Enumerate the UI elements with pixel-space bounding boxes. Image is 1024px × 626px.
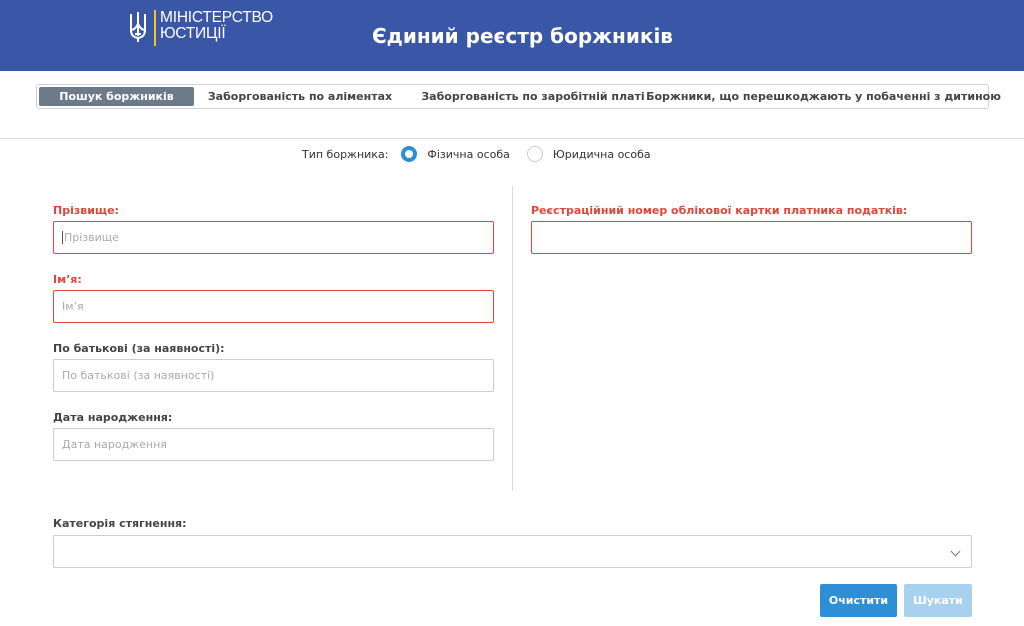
tax-number-label: Реєстраційний номер облікової картки пла… [531, 204, 908, 217]
patronymic-placeholder: По батькові (за наявності) [62, 369, 215, 382]
debtor-type-selector: Тип боржника: Фізична особа Юридична осо… [302, 145, 651, 163]
tab-salary-debt[interactable]: Заборгованість по заробітній платі [413, 87, 653, 106]
radio-legal-entity-label[interactable]: Юридична особа [553, 148, 651, 161]
logo-text: МІНІСТЕРСТВО ЮСТИЦІЇ [160, 10, 273, 42]
debtor-type-label: Тип боржника: [302, 147, 389, 161]
radio-individual-label[interactable]: Фізична особа [427, 148, 509, 161]
ministry-logo[interactable]: МІНІСТЕРСТВО ЮСТИЦІЇ [128, 10, 273, 46]
surname-input[interactable]: Прізвище [53, 221, 494, 254]
section-divider [0, 138, 1024, 139]
name-label: Ім’я: [53, 273, 82, 286]
name-input[interactable]: Ім’я [53, 290, 494, 323]
trident-icon [130, 12, 146, 42]
birthdate-label: Дата народження: [53, 411, 173, 424]
chevron-down-icon[interactable] [950, 546, 961, 557]
tab-bar: Пошук боржників Заборгованість по алімен… [36, 84, 1001, 109]
page-title: Єдиний реєстр боржників [372, 24, 673, 48]
search-button[interactable]: Шукати [904, 584, 972, 617]
clear-button[interactable]: Очистити [820, 584, 897, 617]
tab-visitation-obstruction[interactable]: Боржники, що перешкоджають у побаченні з… [646, 87, 1001, 106]
logo-line-2: ЮСТИЦІЇ [160, 25, 226, 42]
tab-debtor-search[interactable]: Пошук боржників [39, 87, 194, 106]
name-placeholder: Ім’я [62, 300, 84, 313]
patronymic-input[interactable]: По батькові (за наявності) [53, 359, 494, 392]
tab-alimony-debt[interactable]: Заборгованість по аліментах [195, 87, 405, 106]
radio-legal-entity[interactable] [526, 146, 543, 162]
logo-divider [154, 10, 156, 46]
column-divider [512, 186, 513, 491]
surname-label: Прізвище: [53, 204, 119, 217]
logo-line-1: МІНІСТЕРСТВО [160, 9, 273, 26]
birthdate-placeholder: Дата народження [62, 438, 167, 451]
tax-number-input[interactable] [531, 221, 972, 254]
birthdate-input[interactable]: Дата народження [53, 428, 494, 461]
category-label: Категорія стягнення: [53, 517, 187, 530]
radio-individual[interactable] [401, 146, 418, 162]
text-cursor [62, 231, 63, 244]
patronymic-label: По батькові (за наявності): [53, 342, 225, 355]
surname-placeholder: Прізвище [64, 231, 119, 244]
category-select[interactable] [53, 535, 972, 568]
site-header: МІНІСТЕРСТВО ЮСТИЦІЇ Єдиний реєстр боржн… [0, 0, 1024, 71]
